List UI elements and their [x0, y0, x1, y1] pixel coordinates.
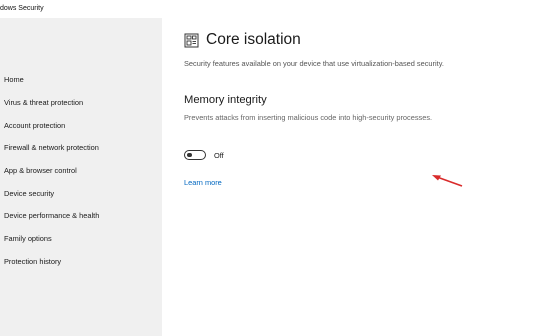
sidebar-item-account-protection[interactable]: Account protection	[4, 121, 65, 130]
memory-integrity-toggle[interactable]	[184, 150, 206, 160]
sidebar-item-firewall-network-protection[interactable]: Firewall & network protection	[4, 143, 99, 152]
sidebar-item-home[interactable]: Home	[4, 75, 24, 84]
sidebar-item-device-security[interactable]: Device security	[4, 189, 54, 198]
page-title-text: Core isolation	[206, 31, 301, 48]
page-title: Core isolation	[184, 31, 301, 49]
core-isolation-icon	[184, 33, 199, 47]
sidebar-item-app-browser-control[interactable]: App & browser control	[4, 166, 77, 175]
sidebar-item-family-options[interactable]: Family options	[4, 234, 52, 243]
page-description: Security features available on your devi…	[184, 59, 444, 68]
window-title: dows Security	[0, 5, 44, 12]
memory-integrity-title: Memory integrity	[184, 94, 267, 106]
memory-integrity-description: Prevents attacks from inserting maliciou…	[184, 113, 433, 122]
red-arrow-icon	[432, 175, 463, 187]
sidebar-item-device-performance-health[interactable]: Device performance & health	[4, 211, 99, 220]
sidebar: Home Virus & threat protection Account p…	[0, 18, 162, 336]
sidebar-item-protection-history[interactable]: Protection history	[4, 257, 61, 266]
sidebar-item-virus-threat-protection[interactable]: Virus & threat protection	[4, 98, 83, 107]
windows-security-window: dows Security Home Virus & threat protec…	[0, 0, 560, 336]
toggle-state-label: Off	[214, 151, 224, 160]
learn-more-link[interactable]: Learn more	[184, 178, 222, 187]
main-content: Core isolation Security features availab…	[162, 18, 560, 336]
toggle-knob	[187, 152, 192, 158]
title-bar: dows Security	[0, 0, 560, 18]
